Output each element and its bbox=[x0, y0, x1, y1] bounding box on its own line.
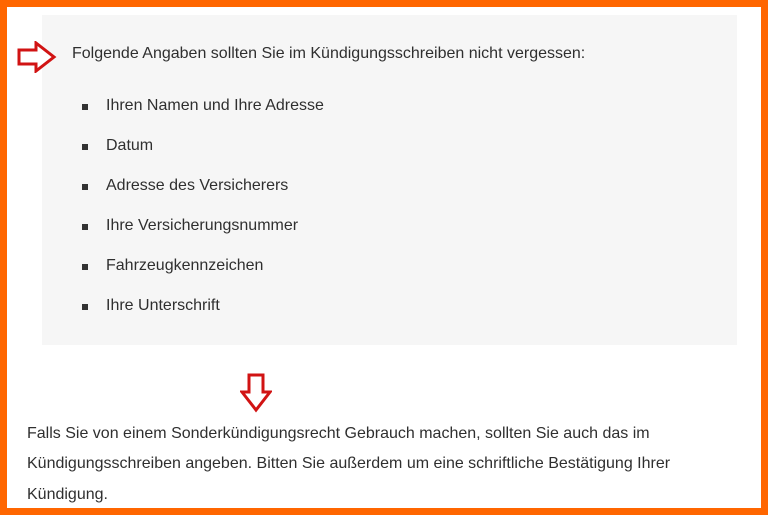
list-item: Ihre Versicherungsnummer bbox=[106, 217, 707, 235]
info-box: Folgende Angaben sollten Sie im Kündigun… bbox=[42, 15, 737, 345]
bottom-paragraph: Falls Sie von einem Sonderkündigungsrech… bbox=[27, 419, 747, 510]
list-item: Ihren Namen und Ihre Adresse bbox=[106, 97, 707, 115]
list-item: Fahrzeugkennzeichen bbox=[106, 257, 707, 275]
list-item: Datum bbox=[106, 137, 707, 155]
arrow-right-icon bbox=[16, 41, 58, 73]
arrow-down-icon bbox=[240, 372, 272, 414]
list-item: Adresse des Versicherers bbox=[106, 177, 707, 195]
list-item: Ihre Unterschrift bbox=[106, 297, 707, 315]
requirements-list: Ihren Namen und Ihre Adresse Datum Adres… bbox=[72, 97, 707, 315]
intro-text: Folgende Angaben sollten Sie im Kündigun… bbox=[72, 45, 707, 63]
